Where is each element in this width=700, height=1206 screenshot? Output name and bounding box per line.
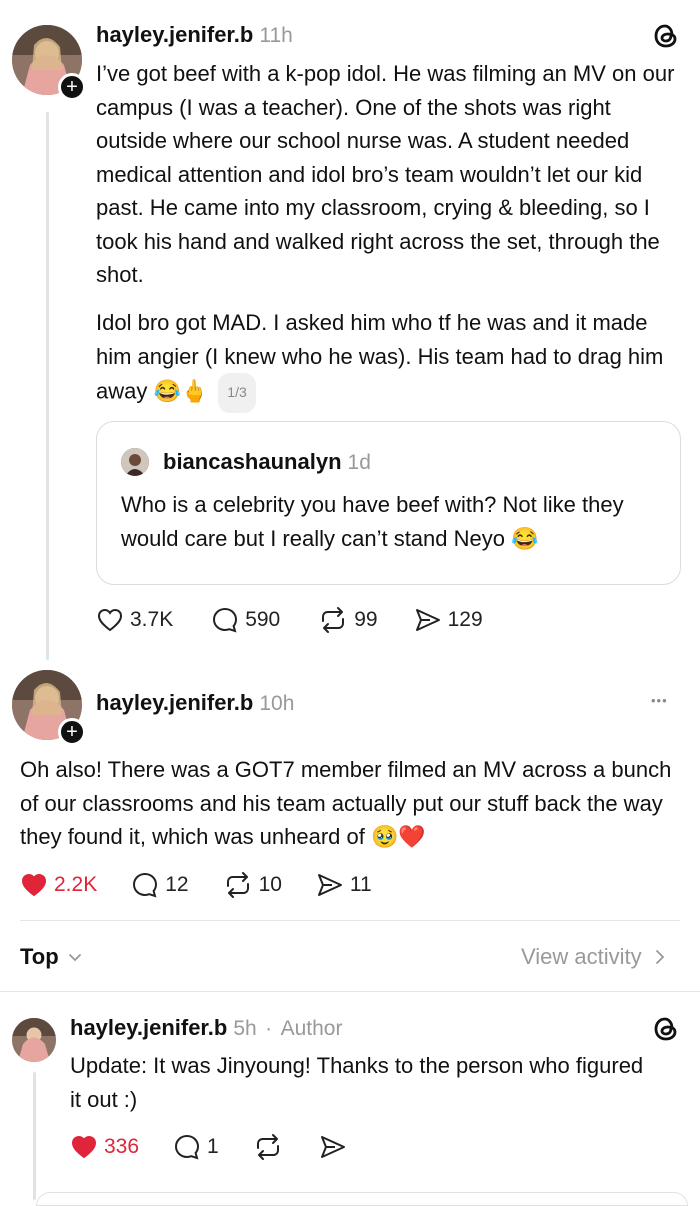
comment-icon <box>133 872 158 898</box>
view-activity-link[interactable]: View activity <box>521 944 670 970</box>
reply-header: hayley.jenifer.b 5h · Author <box>70 1015 342 1041</box>
emoji: 😂🖕 <box>153 378 209 404</box>
post-text: Oh also! There was a GOT7 member filmed … <box>20 757 672 849</box>
comment-icon <box>213 607 238 633</box>
quote-text: Who is a celebrity you have beef with? N… <box>121 488 661 555</box>
post-body-continued: Idol bro got MAD. I asked him who tf he … <box>96 306 686 413</box>
repost-button[interactable] <box>253 1133 283 1161</box>
share-count: 11 <box>349 873 372 896</box>
heart-icon <box>71 1135 97 1159</box>
quote-body: Who is a celebrity you have beef with? N… <box>121 492 624 551</box>
share-count: 129 <box>447 608 483 631</box>
threads-logo-icon[interactable] <box>652 1015 680 1048</box>
threads-logo-icon[interactable] <box>652 22 680 55</box>
username[interactable]: hayley.jenifer.b <box>96 22 253 47</box>
like-button[interactable]: 336 <box>70 1133 139 1161</box>
page-badge[interactable]: 1/3 <box>218 373 256 413</box>
share-icon <box>320 1136 345 1158</box>
like-count: 336 <box>104 1135 140 1158</box>
heart-icon <box>21 873 47 897</box>
timestamp: 11h <box>259 24 293 47</box>
username[interactable]: hayley.jenifer.b <box>96 690 253 715</box>
divider <box>0 991 700 992</box>
like-count: 2.2K <box>54 873 98 896</box>
divider <box>20 920 680 921</box>
view-activity-label: View activity <box>521 944 642 969</box>
quote-timestamp: 1d <box>347 451 371 474</box>
post-body: Oh also! There was a GOT7 member filmed … <box>20 753 680 854</box>
follow-plus-icon[interactable]: + <box>58 73 86 101</box>
quote-avatar <box>121 448 149 476</box>
like-button[interactable]: 3.7K <box>96 606 173 634</box>
next-card-edge <box>36 1192 688 1206</box>
reply-button[interactable]: 1 <box>173 1133 219 1161</box>
share-icon <box>415 609 440 631</box>
username[interactable]: hayley.jenifer.b <box>70 1015 227 1040</box>
author-label: Author <box>280 1017 343 1040</box>
sort-dropdown[interactable]: Top <box>20 944 85 970</box>
heart-icon <box>97 608 123 632</box>
reply-count: 590 <box>245 608 281 631</box>
more-icon[interactable]: ••• <box>651 693 668 708</box>
post-body: I’ve got beef with a k-pop idol. He was … <box>96 61 675 287</box>
reply-count: 1 <box>207 1135 219 1158</box>
thread-line <box>46 112 49 660</box>
chevron-right-icon <box>655 950 664 964</box>
repost-icon <box>256 1134 279 1160</box>
repost-button[interactable]: 99 <box>318 606 378 634</box>
repost-button[interactable]: 10 <box>223 871 282 899</box>
share-button[interactable]: 129 <box>414 606 483 634</box>
post-actions: 2.2K 12 10 11 <box>20 871 372 899</box>
quote-username[interactable]: biancashaunalyn <box>163 449 342 474</box>
emoji: 😂 <box>511 525 539 551</box>
chevron-down-icon <box>68 954 81 962</box>
repost-count: 10 <box>258 873 282 896</box>
repost-icon <box>226 872 249 898</box>
share-button[interactable]: 11 <box>316 871 372 899</box>
quoted-post[interactable]: biancashaunalyn 1d Who is a celebrity you… <box>96 421 681 585</box>
comment-icon <box>175 1134 200 1160</box>
reply-body: Update: It was Jinyoung! Thanks to the p… <box>70 1053 644 1112</box>
reply-button[interactable]: 590 <box>211 606 280 634</box>
quote-header: biancashaunalyn 1d <box>163 449 371 475</box>
repost-count: 99 <box>354 608 378 631</box>
separator: · <box>265 1017 273 1040</box>
like-button[interactable]: 2.2K <box>20 871 97 899</box>
share-icon <box>317 874 342 896</box>
repost-icon <box>322 607 345 633</box>
timestamp: 5h <box>233 1017 257 1040</box>
post-header: hayley.jenifer.b 10h <box>96 690 294 716</box>
sort-label: Top <box>20 944 59 969</box>
post-header: hayley.jenifer.b 11h <box>96 22 293 48</box>
reply-count: 12 <box>165 873 189 896</box>
timestamp: 10h <box>259 692 295 715</box>
thread-line <box>33 1072 36 1200</box>
reply-button[interactable]: 12 <box>131 871 189 899</box>
emoji: 🥹❤️ <box>371 824 426 849</box>
share-button[interactable] <box>319 1133 347 1161</box>
post-actions: 3.7K 590 99 129 <box>96 606 483 634</box>
avatar[interactable] <box>12 1018 56 1062</box>
follow-plus-icon[interactable]: + <box>58 718 86 746</box>
like-count: 3.7K <box>130 608 174 631</box>
reply-actions: 336 1 <box>70 1133 347 1161</box>
